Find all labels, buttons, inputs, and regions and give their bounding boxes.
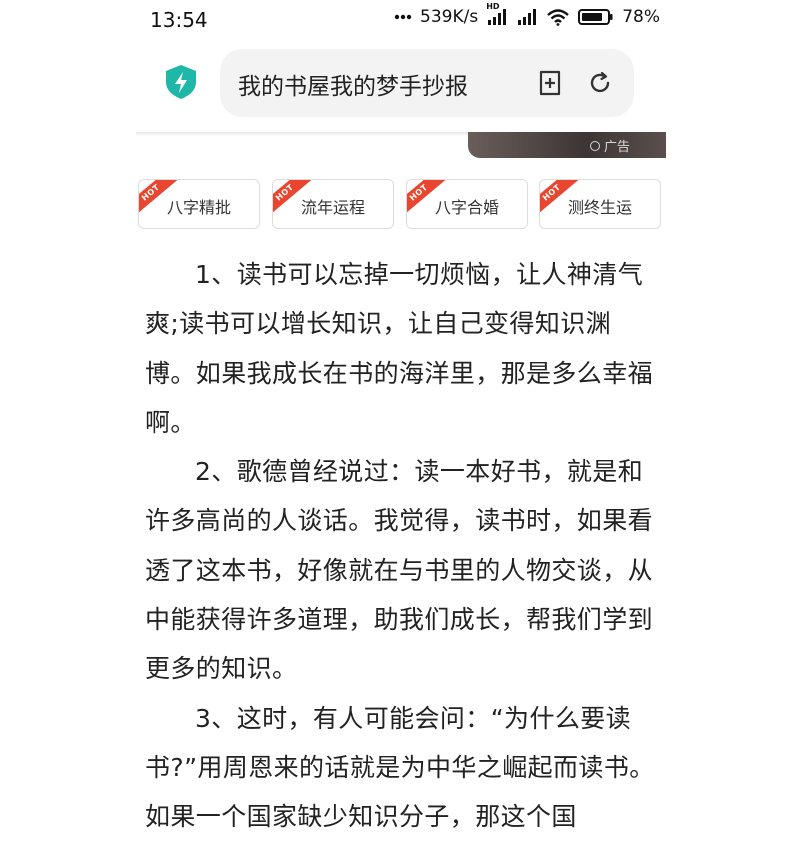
article-paragraph: 2、歌德曾经说过：读一本好书，就是和许多高尚的人谈话。我觉得，读书时，如果看透了… <box>145 457 654 684</box>
status-indicators: 539K/s HD 78% <box>394 2 660 27</box>
battery-icon <box>578 8 614 26</box>
status-bar: 13:54 539K/s HD 78% <box>0 0 800 40</box>
tag-liunian-yuncheng[interactable]: HOT 流年运程 <box>272 179 394 229</box>
ad-info-icon <box>589 140 600 151</box>
tag-label: 八字合婚 <box>434 198 499 217</box>
refresh-icon[interactable] <box>586 69 614 97</box>
network-speed: 539K/s <box>420 7 479 27</box>
article-paragraph: 3、这时，有人可能会问：“为什么要读书?”用周恩来的话就是为中华之崛起而读书。如… <box>145 703 655 832</box>
search-input[interactable]: 我的书屋我的梦手抄报 <box>238 67 518 101</box>
more-dots-icon <box>394 14 412 20</box>
hd-signal-icon: HD <box>486 2 508 26</box>
signal-icon <box>516 8 538 26</box>
hd-badge: HD <box>486 2 500 11</box>
article-body: 1、读书可以忘掉一切烦恼，让人神清气爽;读书可以增长知识，让自己变得知识渊博。如… <box>145 250 655 842</box>
status-time: 13:54 <box>150 8 208 32</box>
tag-cezhong-shengyun[interactable]: HOT 测终生运 <box>539 179 661 229</box>
tag-label: 八字精批 <box>166 198 231 217</box>
hot-tags-row: HOT 八字精批 HOT 流年运程 HOT 八字合婚 HOT 测终生运 <box>138 179 662 231</box>
add-bookmark-icon[interactable] <box>536 69 564 97</box>
ad-banner[interactable]: 广告 <box>468 132 666 158</box>
tag-label: 流年运程 <box>300 198 365 217</box>
tag-bazi-jingpi[interactable]: HOT 八字精批 <box>138 179 260 229</box>
search-box[interactable]: 我的书屋我的梦手抄报 <box>220 49 634 117</box>
battery-percent: 78% <box>622 7 660 27</box>
wifi-icon <box>546 8 570 26</box>
shield-icon[interactable] <box>164 64 198 100</box>
search-header: 我的书屋我的梦手抄报 <box>0 40 800 132</box>
tag-bazi-hehun[interactable]: HOT 八字合婚 <box>406 179 528 229</box>
tag-label: 测终生运 <box>567 198 632 217</box>
ad-label-text: 广告 <box>603 140 630 155</box>
ad-label: 广告 <box>589 136 630 155</box>
article-paragraph: 1、读书可以忘掉一切烦恼，让人神清气爽;读书可以增长知识，让自己变得知识渊博。如… <box>145 260 654 437</box>
